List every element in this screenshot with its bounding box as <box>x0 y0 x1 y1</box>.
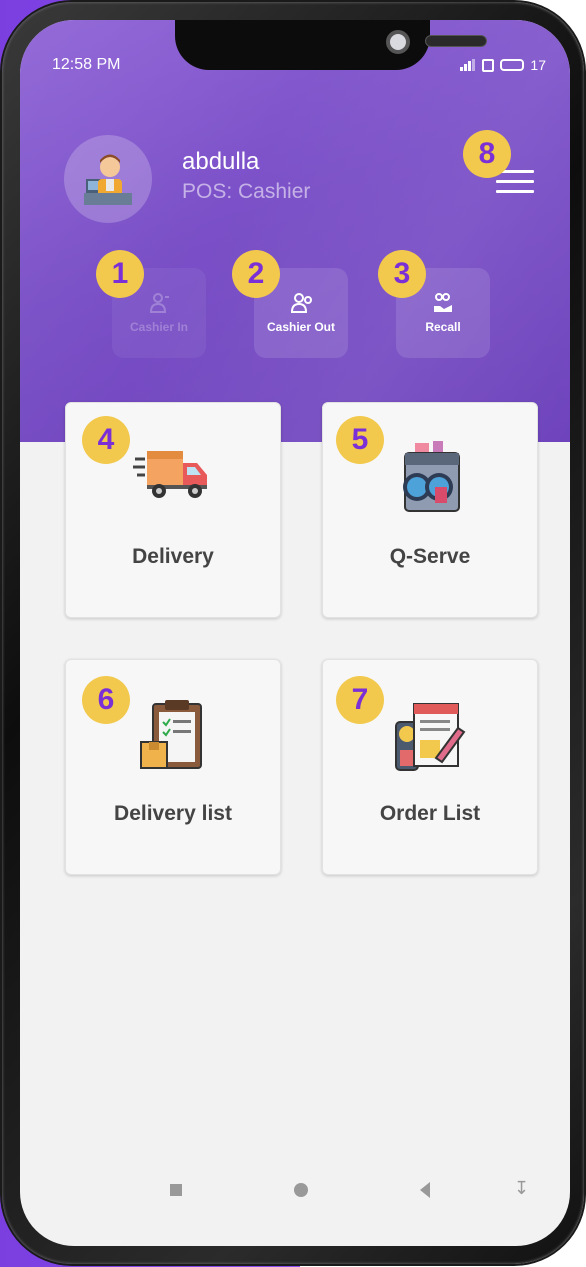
sim-icon <box>482 58 495 72</box>
recent-apps-icon[interactable] <box>170 1184 182 1196</box>
phone-notch <box>175 20 487 70</box>
callout-badge-6: 6 <box>82 676 130 724</box>
system-nav-bar: ↧ <box>20 1172 570 1212</box>
speaker-icon <box>425 35 487 47</box>
invoice-icon <box>395 703 466 771</box>
callout-badge-2: 2 <box>232 250 280 298</box>
back-icon[interactable] <box>420 1182 430 1198</box>
status-time: 12:58 PM <box>52 56 121 73</box>
battery-icon <box>500 59 525 71</box>
signal-icon <box>460 59 476 71</box>
callout-badge-7: 7 <box>336 676 384 724</box>
order-list-label: Order List <box>379 802 481 825</box>
callout-badge-3: 3 <box>378 250 426 298</box>
callout-badge-8: 8 <box>463 130 511 178</box>
delivery-truck-icon <box>133 451 207 498</box>
camera-icon <box>386 30 410 54</box>
hamburger-menu-icon[interactable] <box>496 170 534 198</box>
avatar[interactable] <box>64 135 152 223</box>
home-icon[interactable] <box>294 1183 308 1197</box>
delivery-list-label: Delivery list <box>114 802 232 825</box>
battery-level: 17 <box>530 57 546 73</box>
app-screen: 12:58 PM 17 abdulla POS: Cashier Cashier… <box>20 20 570 1246</box>
cashier-in-icon <box>149 293 169 313</box>
user-name: abdulla <box>182 148 260 175</box>
header-background <box>20 20 570 442</box>
callout-badge-4: 4 <box>82 416 130 464</box>
cashier-avatar-icon <box>84 154 132 205</box>
recall-icon <box>434 293 452 312</box>
recall-label: Recall <box>425 320 461 334</box>
callout-badge-5: 5 <box>336 416 384 464</box>
delivery-label: Delivery <box>132 545 214 568</box>
cashier-in-label: Cashier In <box>129 320 189 334</box>
user-role: POS: Cashier <box>182 180 311 203</box>
phone-frame: 12:58 PM 17 abdulla POS: Cashier Cashier… <box>2 2 584 1264</box>
washing-machine-icon <box>403 441 460 512</box>
q-serve-label: Q-Serve <box>389 545 471 568</box>
clipboard-list-icon <box>140 700 202 769</box>
cashier-out-label: Cashier Out <box>266 320 335 334</box>
cashier-out-icon <box>290 293 312 313</box>
callout-badge-1: 1 <box>96 250 144 298</box>
status-icons: 17 <box>460 57 546 73</box>
notification-pull-icon[interactable]: ↧ <box>514 1178 529 1199</box>
